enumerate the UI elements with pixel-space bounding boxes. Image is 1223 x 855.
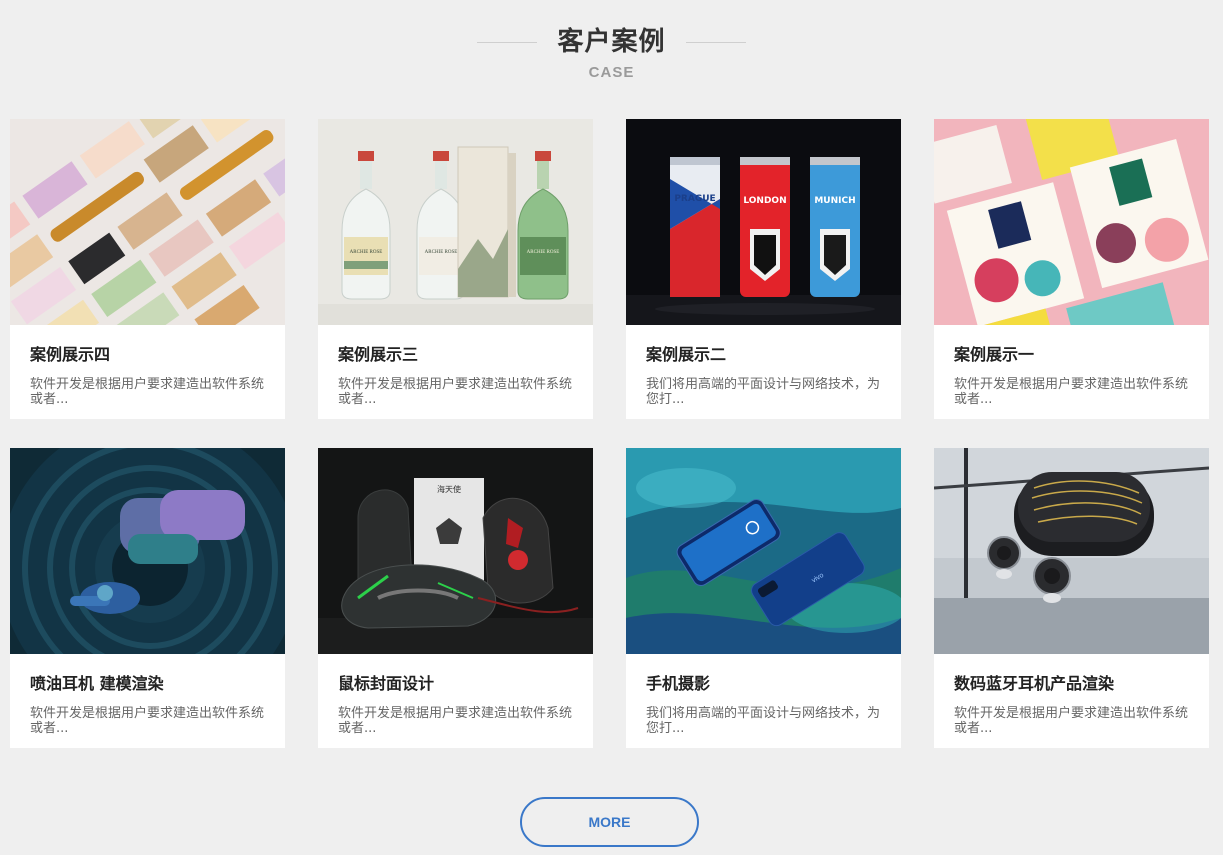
case-description: 软件开发是根据用户要求建造出软件系统或者...: [30, 706, 265, 736]
can-label: LONDON: [743, 196, 786, 206]
case-image-earbuds-render[interactable]: [10, 448, 285, 654]
bottle-label: ARCHIE ROSE: [425, 250, 458, 255]
case-card[interactable]: vivo 手机摄影 我们将用高端的平面设计与网络技术，为您打...: [626, 448, 901, 748]
case-description: 我们将用高端的平面设计与网络技术，为您打...: [646, 706, 881, 736]
case-description: 软件开发是根据用户要求建造出软件系统或者...: [954, 706, 1189, 736]
case-card[interactable]: 数码蓝牙耳机产品渲染 软件开发是根据用户要求建造出软件系统或者...: [934, 448, 1209, 748]
case-image-gaming-mouse[interactable]: 海天使: [318, 448, 593, 654]
case-title[interactable]: 手机摄影: [646, 674, 881, 694]
case-card[interactable]: 案例展示四 软件开发是根据用户要求建造出软件系统或者...: [10, 119, 285, 419]
bottle-label: ARCHIE ROSE: [350, 250, 383, 255]
case-description: 软件开发是根据用户要求建造出软件系统或者...: [30, 377, 265, 407]
case-card[interactable]: PRAGUE LONDON MUNICH 案例展示二 我们将用高端的平面设计与网…: [626, 119, 901, 419]
case-description: 软件开发是根据用户要求建造出软件系统或者...: [338, 377, 573, 407]
case-title[interactable]: 案例展示二: [646, 345, 881, 365]
case-card[interactable]: 海天使 鼠标封面设计 软件开发是根据用户要求建造出软件系统或者...: [318, 448, 593, 748]
box-label: 海天使: [437, 484, 461, 494]
case-image-soap-packaging[interactable]: [10, 119, 285, 325]
section-title: 客户案例: [557, 27, 666, 57]
case-image-chocolate-packaging[interactable]: [934, 119, 1209, 325]
case-image-bluetooth-earbuds[interactable]: [934, 448, 1209, 654]
case-title[interactable]: 案例展示三: [338, 345, 573, 365]
case-description: 软件开发是根据用户要求建造出软件系统或者...: [954, 377, 1189, 407]
section-subtitle: CASE: [588, 64, 635, 81]
case-title[interactable]: 数码蓝牙耳机产品渲染: [954, 674, 1189, 694]
section-header: 客户案例 CASE: [0, 22, 1223, 81]
case-title[interactable]: 鼠标封面设计: [338, 674, 573, 694]
case-image-gin-bottles[interactable]: ARCHIE ROSE ARCHIE ROSE ARCHIE ROSE: [318, 119, 593, 325]
case-title[interactable]: 案例展示四: [30, 345, 265, 365]
case-card[interactable]: 案例展示一 软件开发是根据用户要求建造出软件系统或者...: [934, 119, 1209, 419]
case-title[interactable]: 喷油耳机 建模渲染: [30, 674, 265, 694]
case-description: 我们将用高端的平面设计与网络技术，为您打...: [646, 377, 881, 407]
title-divider-right: [685, 41, 746, 43]
bottle-label: ARCHIE ROSE: [527, 250, 560, 255]
can-label: PRAGUE: [674, 194, 715, 204]
title-divider-left: [477, 41, 538, 43]
case-card[interactable]: ARCHIE ROSE ARCHIE ROSE ARCHIE ROSE 案例展示…: [318, 119, 593, 419]
case-title[interactable]: 案例展示一: [954, 345, 1189, 365]
case-image-beer-cans[interactable]: PRAGUE LONDON MUNICH: [626, 119, 901, 325]
can-label: MUNICH: [814, 196, 855, 206]
case-card[interactable]: 喷油耳机 建模渲染 软件开发是根据用户要求建造出软件系统或者...: [10, 448, 285, 748]
more-button[interactable]: MORE: [520, 797, 699, 847]
case-description: 软件开发是根据用户要求建造出软件系统或者...: [338, 706, 573, 736]
case-image-smartphones[interactable]: vivo: [626, 448, 901, 654]
